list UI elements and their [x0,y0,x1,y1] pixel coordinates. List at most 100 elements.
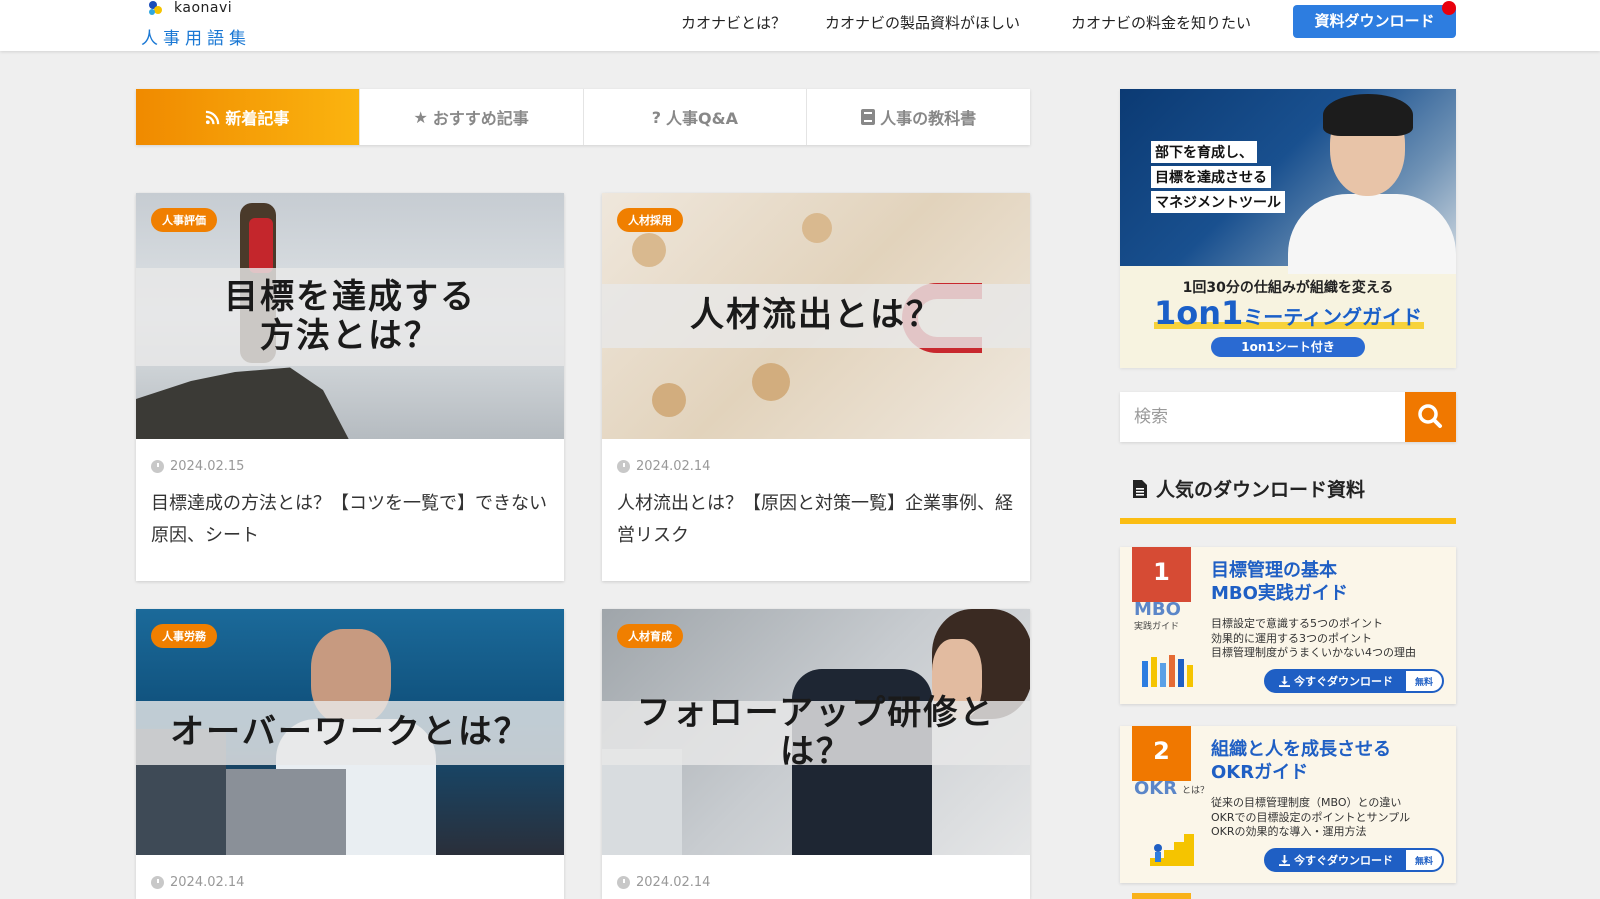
download-short-subtitle: とは？ [1182,786,1210,796]
promo-lines: 部下を育成し、 目標を達成させる マネジメントツール [1151,141,1285,216]
article-card[interactable]: 目標を達成する 方法とは？ 人事評価 2024.02.15 目標達成の方法とは？… [136,193,564,581]
tab-hr-textbook[interactable]: 人事の教科書 [807,89,1030,145]
search-input[interactable] [1120,392,1405,442]
free-badge: 無料 [1406,850,1442,870]
article-thumbnail: 目標を達成する 方法とは？ 人事評価 [136,193,564,439]
popular-downloads-title: 人気のダウンロード資料 [1156,479,1366,501]
thumbnail-caption: 目標を達成する 方法とは？ [136,268,564,366]
thumbnail-caption: フォローアップ研修とは？ [602,693,1030,772]
nav-link-about[interactable]: カオナビとは？ [681,12,786,33]
promo-pill: 1on1シート付き [1211,337,1365,357]
tab-label: おすすめ記事 [432,109,529,128]
article-date: 2024.02.14 [170,875,245,890]
tab-recommended[interactable]: ★ おすすめ記事 [360,89,584,145]
next-download-card-peek [1132,893,1191,899]
download-now-label: 今すぐダウンロード [1294,854,1393,867]
wooden-figure [632,233,666,267]
download-now-label-wrap: 今すぐダウンロード [1266,850,1406,870]
download-short-subtitle: 実践ガイド [1134,622,1180,632]
clock-icon [617,876,630,889]
download-now-button[interactable]: 今すぐダウンロード 無料 [1264,848,1444,872]
article-thumbnail: オーバーワークとは？ 人事労務 [136,609,564,855]
thumbnail-caption: 人材流出とは？ [602,284,1030,348]
category-badge[interactable]: 人事評価 [151,208,217,232]
tab-label: 人事の教科書 [880,109,977,128]
download-title-line: MBO実践ガイド [1211,583,1348,604]
thumbnail-caption-text: 目標を達成する 方法とは？ [224,276,476,356]
thumbnail-caption-text: フォローアップ研修とは？ [636,692,996,772]
download-short-title: OKR [1134,778,1178,799]
book-icon [861,109,876,125]
download-title: 目標管理の基本 MBO実践ガイド [1211,559,1348,605]
question-icon: ? [651,107,662,127]
download-bullets: 従来の目標管理制度（MBO）との違い OKRでの目標設定のポイントとサンプル O… [1211,796,1410,840]
article-title[interactable]: 目標達成の方法とは？【コツを一覧で】できない原因、シート [136,474,564,552]
promo-headline-guide: ミーティングガイド [1243,305,1423,329]
category-badge[interactable]: 人事労務 [151,624,217,648]
site-header: kaonavi 人事用語集 カオナビとは？ カオナビの製品資料がほしい カオナビ… [0,0,1600,51]
laptop [226,769,346,855]
download-button[interactable]: 資料ダウンロード [1293,5,1456,38]
download-bullets: 目標設定で意識する5つのポイント 効果的に運用する3つのポイント 目標管理制度が… [1211,617,1416,661]
download-card-mbo[interactable]: 1 MBO 実践ガイド 目標管理の基本 MBO実践ガイド 目標設定で意識する5つ… [1120,547,1456,704]
download-card-okr[interactable]: 2 OKR とは？ 組織と人を成長させる OKRガイド 従来の目標管理制度（MB… [1120,726,1456,883]
rank-badge: 1 [1132,547,1191,602]
site-logo[interactable]: kaonavi 人事用語集 [140,0,250,49]
bullet-line: 目標管理制度がうまくいかない4つの理由 [1211,646,1416,659]
tab-new-articles[interactable]: 新着記事 [136,89,360,145]
team-illustration-icon [1142,655,1193,687]
download-title: 組織と人を成長させる OKRガイド [1211,738,1391,784]
category-badge[interactable]: 人材育成 [617,624,683,648]
article-date: 2024.02.14 [636,875,711,890]
article-card[interactable]: フォローアップ研修とは？ 人材育成 2024.02.14 [602,609,1030,899]
article-meta: 2024.02.14 [602,855,1030,890]
article-card[interactable]: 人材流出とは？ 人材採用 2024.02.14 人材流出とは？【原因と対策一覧】… [602,193,1030,581]
category-badge[interactable]: 人材採用 [617,208,683,232]
rank-badge: 2 [1132,726,1191,781]
article-meta: 2024.02.15 [136,439,564,474]
download-title-line: 目標管理の基本 [1211,560,1337,581]
article-date: 2024.02.14 [636,459,711,474]
clock-icon [617,460,630,473]
promo-line: 目標を達成させる [1151,166,1271,188]
star-icon: ★ [413,107,428,127]
thumbnail-caption-text: オーバーワークとは？ [170,712,530,753]
article-meta: 2024.02.14 [602,439,1030,474]
tab-label: 人事Q&A [666,109,738,128]
promo-banner-1on1[interactable]: 部下を育成し、 目標を達成させる マネジメントツール 1回30分の仕組みが組織を… [1120,89,1456,368]
thumbnail-caption-text: 人材流出とは？ [690,295,942,336]
article-card[interactable]: オーバーワークとは？ 人事労務 2024.02.14 [136,609,564,899]
article-meta: 2024.02.14 [136,855,564,890]
bullet-line: 従来の目標管理制度（MBO）との違い [1211,796,1402,809]
promo-person-hair [1323,94,1413,136]
bullet-line: 効果的に運用する3つのポイント [1211,631,1372,645]
download-short-title: MBO [1134,599,1181,620]
promo-headline: 1on1ミーティングガイド [1120,294,1456,332]
logo-brand-text: kaonavi [174,0,233,16]
popular-downloads-heading: 人気のダウンロード資料 [1133,475,1365,502]
kaonavi-logo-icon [149,1,162,15]
wooden-figure [752,363,790,401]
search-button[interactable] [1405,392,1456,442]
nav-link-pricing[interactable]: カオナビの料金を知りたい [1071,12,1251,33]
tab-hr-qa[interactable]: ? 人事Q&A [584,89,808,145]
download-icon [1279,675,1290,687]
free-badge: 無料 [1406,671,1442,691]
download-title-line: OKRガイド [1211,762,1309,783]
hiker-jacket [249,218,273,273]
download-title-line: 組織と人を成長させる [1211,739,1391,760]
popular-downloads-rule [1120,518,1456,524]
article-title[interactable]: 人材流出とは？【原因と対策一覧】企業事例、経営リスク [602,474,1030,552]
wooden-figure [802,213,832,243]
nav-link-materials[interactable]: カオナビの製品資料がほしい [825,12,1020,33]
promo-line: マネジメントツール [1151,191,1285,213]
notification-dot [1442,1,1456,15]
download-now-button[interactable]: 今すぐダウンロード 無料 [1264,669,1444,693]
wooden-figure [652,383,686,417]
bullet-line: 目標設定で意識する5つのポイント [1211,617,1383,630]
download-icon [1279,854,1290,866]
rss-icon [206,110,220,124]
article-thumbnail: 人材流出とは？ 人材採用 [602,193,1030,439]
promo-headline-1on1: 1on1 [1153,294,1244,332]
document-icon [1133,479,1147,498]
